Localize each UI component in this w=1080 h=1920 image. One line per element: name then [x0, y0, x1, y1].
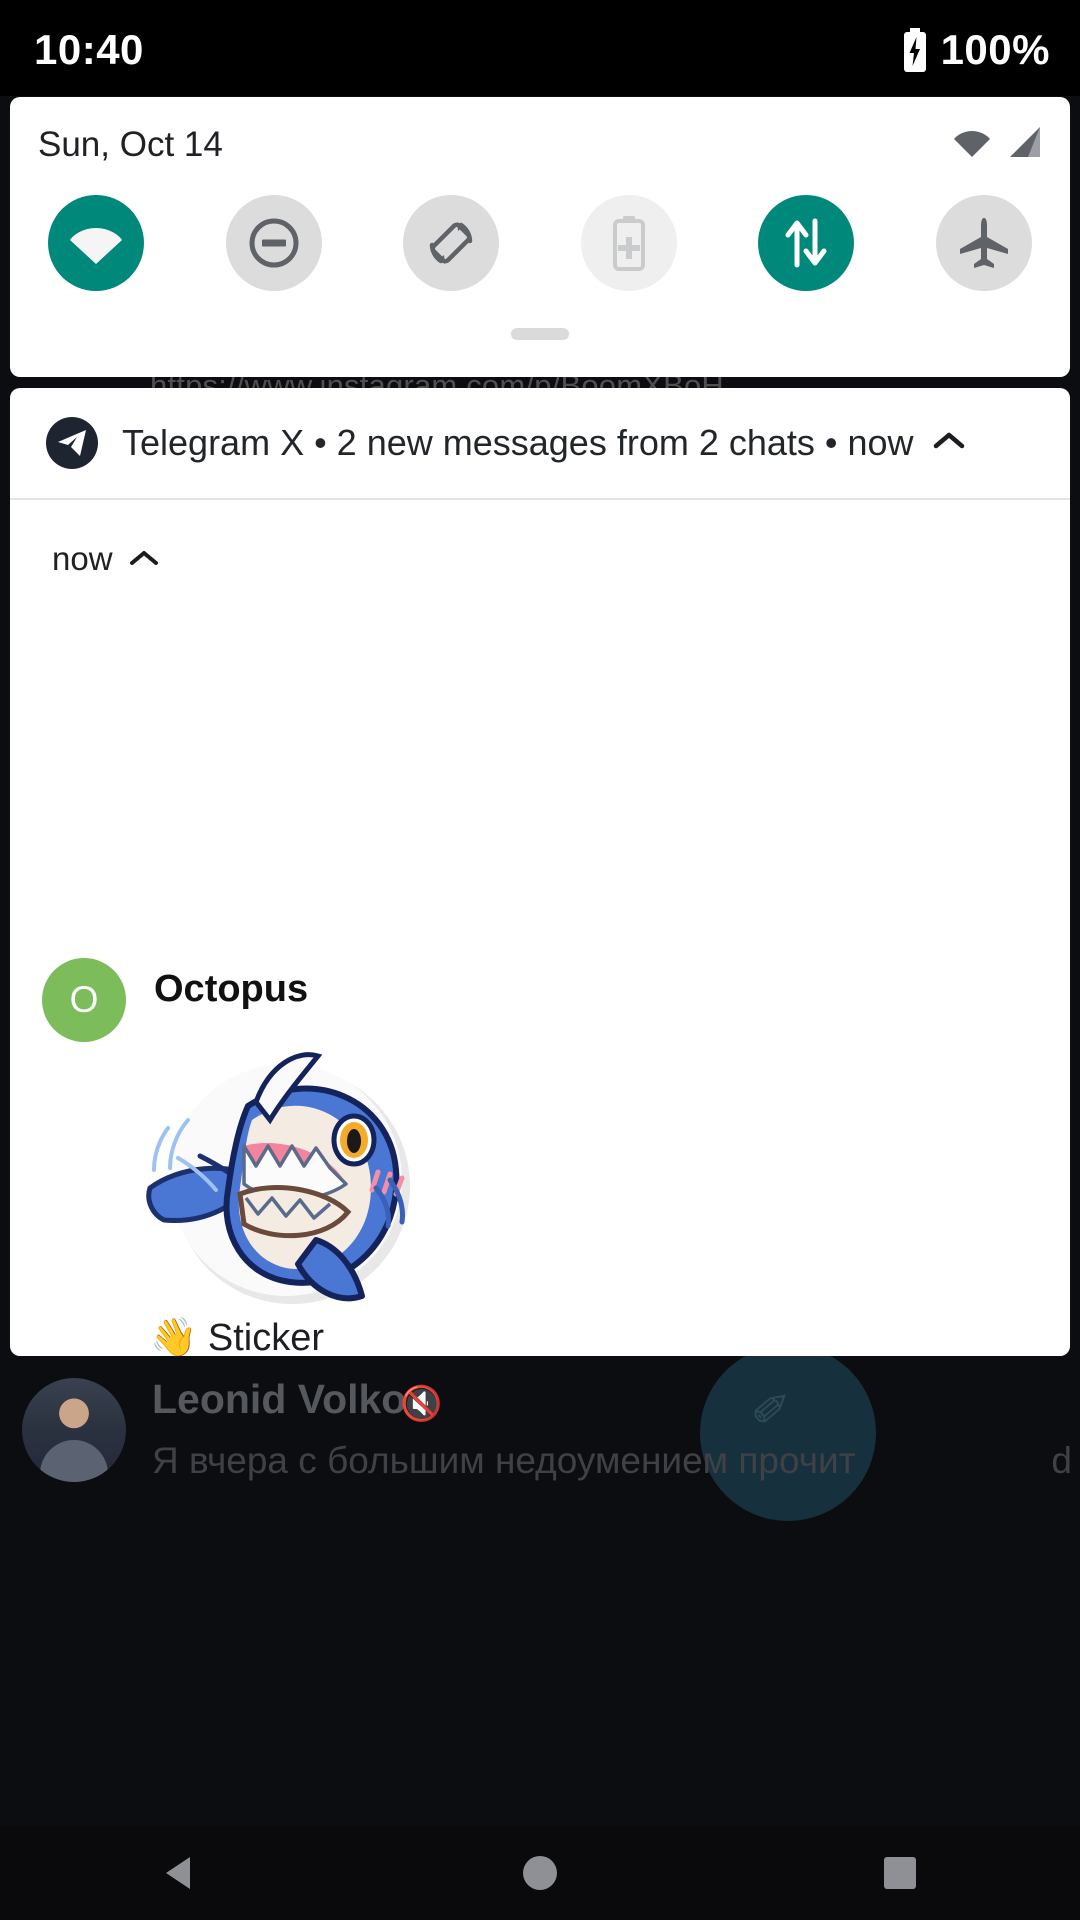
- do-not-disturb-icon: [249, 218, 299, 268]
- avatar: [22, 1378, 126, 1482]
- wifi-icon: [954, 131, 990, 157]
- battery-charging-icon: [903, 28, 926, 72]
- cell-signal-icon: [1010, 127, 1040, 157]
- notification-1-body-text: Sticker: [207, 1317, 325, 1356]
- recents-button[interactable]: [820, 1826, 980, 1920]
- muted-speaker-icon: 🔇: [400, 1385, 443, 1423]
- notification-1-title: Octopus: [154, 968, 309, 1010]
- shark-sticker-image: [140, 1028, 440, 1328]
- auto-rotate-icon: [429, 222, 473, 264]
- avatar-initial: O: [69, 979, 99, 1020]
- sidebar-item-wifi wifi-tile[interactable]: [48, 195, 144, 291]
- notification-1-time: now: [52, 540, 113, 577]
- background-chat-preview-right: d: [1051, 1440, 1072, 1481]
- background-chat-name: Leonid Volkov: [152, 1376, 430, 1422]
- battery-plus-icon: [612, 216, 645, 271]
- notification-1-body: 👋 Sticker: [150, 1316, 324, 1356]
- airplane-icon: [959, 218, 1008, 268]
- status-bar: 10:40 100%: [0, 0, 1080, 96]
- status-bar-clock: 10:40: [34, 26, 144, 73]
- square-recents-icon: [884, 1857, 916, 1889]
- collapse-caret-up-icon[interactable]: [128, 548, 160, 573]
- quick-settings-tiles: [10, 195, 1070, 291]
- status-bar-battery-percent: 100%: [940, 26, 1050, 73]
- battery-saver-tile[interactable]: [580, 195, 677, 291]
- mobile-data-tile[interactable]: [758, 195, 855, 291]
- status-bar-right: 100%: [901, 26, 1050, 74]
- telegram-paper-plane-glyph: [58, 430, 86, 456]
- airplane-mode-tile[interactable]: [935, 195, 1032, 291]
- navigation-bar: [0, 1826, 1080, 1920]
- quick-settings-drag-handle[interactable]: [511, 328, 569, 340]
- notification-group-header-text: Telegram X • 2 new messages from 2 chats…: [122, 422, 914, 463]
- do-not-disturb-tile[interactable]: [225, 195, 322, 291]
- home-button[interactable]: [460, 1826, 620, 1920]
- collapse-caret-up-icon[interactable]: [932, 430, 966, 457]
- auto-rotate-tile[interactable]: [403, 195, 500, 291]
- notification-shade-card: Telegram X • 2 new messages from 2 chats…: [10, 388, 1070, 1356]
- quick-settings-date: Sun, Oct 14: [38, 125, 223, 164]
- wave-emoji-icon: 👋: [150, 1317, 198, 1356]
- background-chat-preview: Я вчера с большим недоумением прочит: [152, 1440, 856, 1481]
- quick-settings-panel: Sun, Oct 14: [10, 97, 1070, 377]
- triangle-back-icon: [166, 1857, 190, 1889]
- divider: [10, 498, 1070, 500]
- circle-home-icon: [523, 1856, 557, 1890]
- data-transfer-icon: [785, 218, 827, 268]
- telegram-icon: [46, 417, 98, 469]
- back-button[interactable]: [100, 1826, 260, 1920]
- avatar: O: [42, 958, 126, 1042]
- wifi-icon: [70, 228, 122, 264]
- notification-group-header[interactable]: Telegram X • 2 new messages from 2 chats…: [10, 388, 1070, 498]
- quick-settings-status-icons: [952, 125, 1044, 159]
